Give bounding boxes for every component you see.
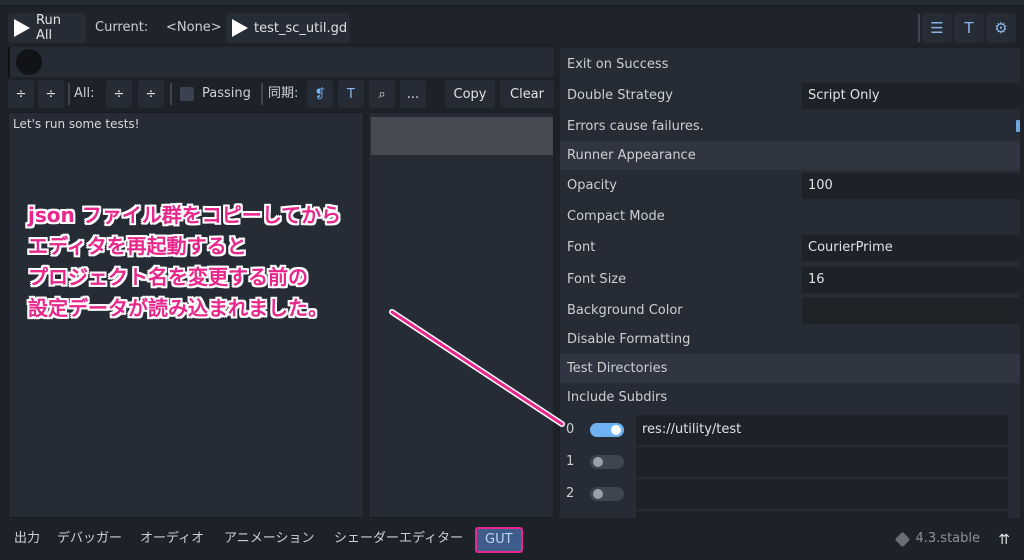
setting-compact-mode[interactable]: Compact Mode xyxy=(560,202,1020,231)
script-label: test_sc_util.gd xyxy=(254,20,348,36)
directory-index: 2 xyxy=(566,486,575,501)
gut-toolbar: Run All Current: <None> test_sc_util.gd … xyxy=(8,12,1016,44)
separator xyxy=(261,83,263,105)
directory-path-input[interactable] xyxy=(636,511,1008,518)
toolbar-separator xyxy=(918,14,920,42)
output-text: Let's run some tests! xyxy=(13,117,140,131)
directory-toggle[interactable] xyxy=(590,487,624,501)
section-label: Test Directories xyxy=(567,361,668,376)
annotation-line: json ファイル群をコピーしてから xyxy=(28,203,342,227)
setting-background-color[interactable]: Background Color xyxy=(560,296,1020,325)
tab-gut[interactable]: GUT xyxy=(475,527,523,553)
progress-strip xyxy=(8,47,554,77)
pin-panel-icon[interactable]: ⇈ xyxy=(998,532,1010,548)
setting-label: Double Strategy xyxy=(567,88,673,103)
play-icon xyxy=(14,19,30,37)
double-strategy-select[interactable]: Script Only xyxy=(802,83,1020,109)
toggle-knob xyxy=(611,425,621,435)
directory-row-0: 0 res://utility/test xyxy=(560,415,1020,445)
directory-path-input[interactable]: res://utility/test xyxy=(636,415,1008,445)
bottom-panel-bar: 出力 デバッガー オーディオ アニメーション シェーダーエディター GUT 4.… xyxy=(0,520,1024,560)
expand-all-icon[interactable]: ÷ xyxy=(138,80,164,108)
directory-path-input[interactable] xyxy=(636,447,1008,477)
tab-shader-editor[interactable]: シェーダーエディター xyxy=(334,520,463,560)
tab-audio[interactable]: オーディオ xyxy=(140,520,204,560)
directory-toggle[interactable] xyxy=(590,455,624,469)
sync-label: 同期: xyxy=(268,86,299,101)
tab-animation[interactable]: アニメーション xyxy=(224,520,314,560)
separator xyxy=(68,83,70,105)
clear-button[interactable]: Clear xyxy=(500,80,554,108)
setting-disable-formatting[interactable]: Disable Formatting xyxy=(560,325,1020,354)
top-edge xyxy=(0,0,1024,6)
setting-label: Errors cause failures. xyxy=(567,119,704,134)
background-color-picker[interactable] xyxy=(802,298,1020,324)
opacity-input[interactable]: 100 xyxy=(802,173,1020,199)
setting-errors-cause-failures[interactable]: Errors cause failures. xyxy=(560,112,1020,141)
run-script-button[interactable]: test_sc_util.gd xyxy=(226,13,350,43)
font-icon[interactable]: T xyxy=(954,13,984,43)
setting-opacity[interactable]: Opacity 100 xyxy=(560,171,1020,200)
run-all-button[interactable]: Run All xyxy=(8,13,86,43)
current-label: Current: xyxy=(95,20,149,35)
collapse-all-icon[interactable]: ÷ xyxy=(106,80,132,108)
tab-debugger[interactable]: デバッガー xyxy=(57,520,122,560)
sync-script-icon[interactable]: ❡ xyxy=(307,80,333,108)
setting-font[interactable]: Font CourierPrime xyxy=(560,233,1020,262)
annotation-line: 設定データが読み込まれました。 xyxy=(28,296,328,320)
checkbox-edge-icon[interactable] xyxy=(1016,120,1020,132)
notification-icon[interactable] xyxy=(894,531,911,548)
setting-label: Disable Formatting xyxy=(567,332,691,347)
setting-exit-on-success[interactable]: Exit on Success xyxy=(560,50,1020,79)
directory-path-input[interactable] xyxy=(636,479,1008,509)
font-icon[interactable]: T xyxy=(338,80,364,108)
toggle-knob xyxy=(593,457,603,467)
tab-output[interactable]: 出力 xyxy=(14,520,40,560)
setting-label: Background Color xyxy=(567,303,683,318)
section-label: Runner Appearance xyxy=(567,148,696,163)
setting-label: Compact Mode xyxy=(567,209,665,224)
directory-toggle[interactable] xyxy=(590,423,624,437)
version-label: 4.3.stable xyxy=(915,531,980,546)
annotation-line: エディタを再起動すると xyxy=(28,234,247,258)
toggle-knob xyxy=(593,489,603,499)
annotation-note: json ファイル群をコピーしてから エディタを再起動すると プロジェクト名を変… xyxy=(28,200,428,324)
setting-label: Font Size xyxy=(567,272,627,287)
selected-row[interactable] xyxy=(371,117,553,155)
copy-button[interactable]: Copy xyxy=(445,80,495,108)
output-controls: ÷ ÷ All: ÷ ÷ Passing 同期: ❡ T ⌕ ... Copy … xyxy=(8,80,554,108)
directory-index: 1 xyxy=(566,454,575,469)
setting-font-size[interactable]: Font Size 16 xyxy=(560,265,1020,294)
font-select[interactable]: CourierPrime xyxy=(802,235,1020,261)
more-button[interactable]: ... xyxy=(400,80,426,108)
section-runner-appearance: Runner Appearance xyxy=(560,141,1020,170)
setting-label: Font xyxy=(567,240,596,255)
directory-row-1: 1 xyxy=(560,447,1020,477)
current-value: <None> xyxy=(166,20,222,35)
annotation-line: プロジェクト名を変更する前の xyxy=(28,265,308,289)
list-icon[interactable]: ☰ xyxy=(922,13,952,43)
setting-label: Exit on Success xyxy=(567,57,669,72)
all-label: All: xyxy=(74,86,95,101)
passing-checkbox[interactable] xyxy=(180,87,194,101)
setting-label: Include Subdirs xyxy=(567,390,668,405)
status-dot-icon xyxy=(16,49,42,75)
run-all-label: Run All xyxy=(36,13,61,43)
section-test-directories: Test Directories xyxy=(560,354,1020,383)
expand-icon[interactable]: ÷ xyxy=(38,80,64,108)
setting-double-strategy[interactable]: Double Strategy Script Only xyxy=(560,81,1020,110)
directory-index: 0 xyxy=(566,422,575,437)
setting-include-subdirs[interactable]: Include Subdirs xyxy=(560,383,1020,412)
font-size-input[interactable]: 16 xyxy=(802,267,1020,293)
settings-panel: Exit on Success Double Strategy Script O… xyxy=(560,48,1020,518)
separator xyxy=(170,83,172,105)
directory-row-2: 2 xyxy=(560,479,1020,509)
play-icon xyxy=(232,19,248,37)
setting-label: Opacity xyxy=(567,178,618,193)
directory-row-3 xyxy=(560,511,1020,518)
settings-icon[interactable]: ⚙ xyxy=(986,13,1016,43)
search-icon[interactable]: ⌕ xyxy=(369,80,395,108)
passing-label: Passing xyxy=(202,86,251,101)
collapse-icon[interactable]: ÷ xyxy=(8,80,34,108)
